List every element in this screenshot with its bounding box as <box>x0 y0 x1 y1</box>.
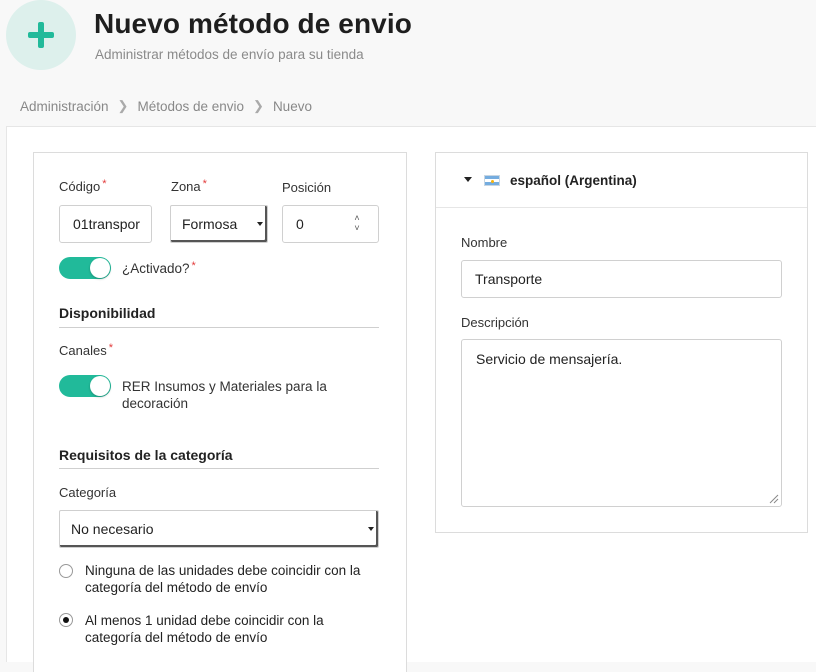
code-label: Código * <box>59 178 107 194</box>
category-label: Categoría <box>59 485 117 500</box>
name-input[interactable]: Transporte <box>461 260 782 298</box>
page-subtitle: Administrar métodos de envío para su tie… <box>95 47 364 62</box>
chevron-right-icon: ❯ <box>253 98 264 113</box>
position-label: Posición <box>282 180 332 195</box>
position-input[interactable]: 0 ˄ ˅ <box>282 205 379 243</box>
caret-down-icon <box>464 177 472 182</box>
breadcrumb-item-new: Nuevo <box>272 98 312 114</box>
stepper-arrows-icon[interactable]: ˄ ˅ <box>352 213 362 233</box>
name-label: Nombre <box>461 235 508 250</box>
header-icon-circle <box>6 0 76 70</box>
enabled-label: ¿Activado? * <box>122 260 196 276</box>
breadcrumb-item-administration[interactable]: Administración <box>20 99 109 114</box>
channels-label: Canales * <box>59 342 113 358</box>
main-content: Código * Zona * Posición 01transpor Formos… <box>6 126 816 672</box>
availability-title: Disponibilidad <box>59 305 156 321</box>
general-settings-card: Código * Zona * Posición 01transpor Formos… <box>33 152 407 672</box>
zone-select-value: Formosa <box>182 216 238 232</box>
channel-name: RER Insumos y Materiales para la decorac… <box>122 379 327 411</box>
radio-none-must-match[interactable] <box>59 564 73 578</box>
channel-toggle[interactable] <box>59 375 111 397</box>
plus-icon <box>28 22 54 48</box>
enabled-toggle[interactable] <box>59 257 111 279</box>
page-title: Nuevo método de envio <box>94 8 412 39</box>
divider <box>59 468 379 469</box>
translation-card: español (Argentina) Nombre Transporte De… <box>435 152 808 533</box>
radio-at-least-one-must-match[interactable] <box>59 613 73 627</box>
radio-label-none-must-match: Ninguna de las unidades debe coincidir c… <box>85 563 361 595</box>
argentina-flag-icon <box>484 175 500 186</box>
code-input[interactable]: 01transpor <box>59 205 152 243</box>
position-value: 0 <box>296 216 304 232</box>
caret-down-icon <box>368 527 374 531</box>
description-label: Descripción <box>461 315 529 330</box>
zone-select[interactable]: Formosa <box>170 205 268 243</box>
description-textarea[interactable]: Servicio de mensajería. <box>461 339 782 507</box>
breadcrumb: Administración ❯ Métodos de envio ❯ Nuev… <box>20 98 312 114</box>
category-select[interactable]: No necesario <box>59 510 379 548</box>
description-value: Servicio de mensajería. <box>476 351 623 367</box>
zone-label: Zona * <box>171 178 207 194</box>
category-select-value: No necesario <box>71 521 154 537</box>
locale-name: español (Argentina) <box>510 173 637 188</box>
caret-down-icon <box>257 222 263 226</box>
divider <box>59 327 379 328</box>
category-requirements-title: Requisitos de la categoría <box>59 447 233 463</box>
resize-grip-icon[interactable] <box>767 492 779 504</box>
chevron-right-icon: ❯ <box>117 98 129 113</box>
breadcrumb-item-shipping-methods[interactable]: Métodos de envio <box>137 99 244 114</box>
locale-accordion-header[interactable]: español (Argentina) <box>436 153 807 208</box>
radio-label-at-least-one-must-match: Al menos 1 unidad debe coincidir con la … <box>85 613 324 645</box>
